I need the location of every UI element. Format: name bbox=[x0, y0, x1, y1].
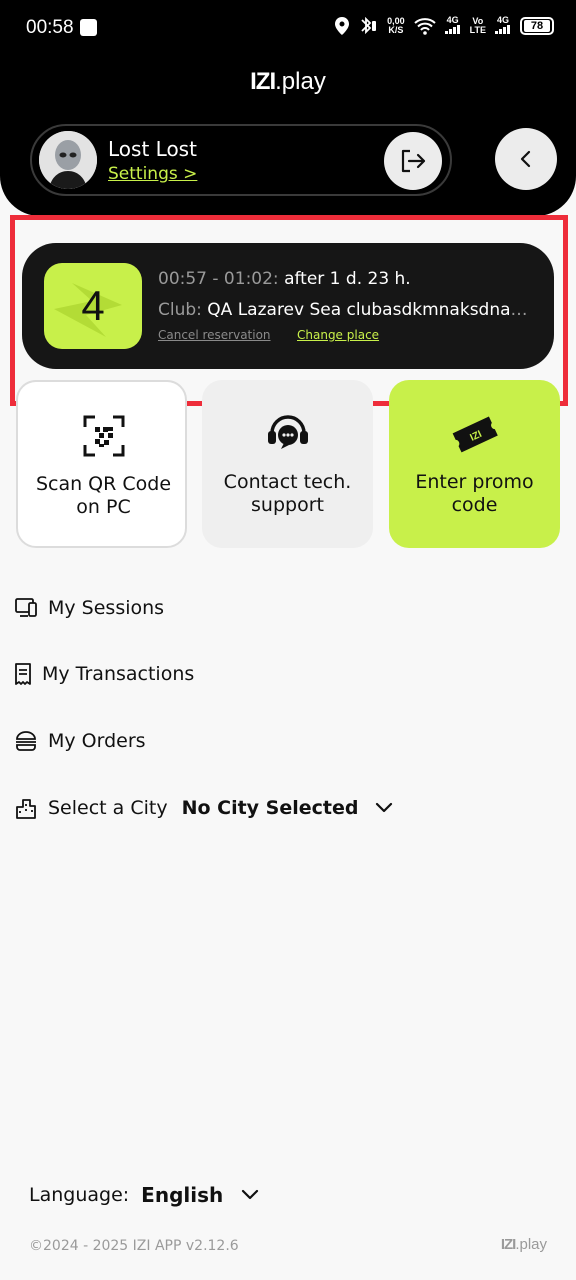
scan-qr-tile[interactable]: Scan QR Code on PC bbox=[16, 380, 187, 548]
wifi-icon bbox=[413, 17, 436, 35]
signal-2: 4G bbox=[495, 16, 511, 36]
menu-my-transactions[interactable]: My Transactions bbox=[14, 662, 194, 686]
tech-support-label: Contact tech. support bbox=[223, 471, 352, 516]
building-icon bbox=[14, 796, 38, 820]
app-logo: IZI.play bbox=[0, 68, 576, 96]
signal-bars-icon bbox=[495, 25, 510, 34]
logout-icon bbox=[401, 149, 426, 173]
footer-logo-text: .play bbox=[515, 1236, 547, 1253]
footer-copyright: ©2024 - 2025 IZI APP v2.12.6 bbox=[29, 1238, 239, 1254]
status-icons: 0,00 K/S 4G Vo LTE 4G 78 bbox=[335, 16, 554, 36]
back-button[interactable] bbox=[495, 128, 557, 190]
battery-level: 78 bbox=[524, 20, 550, 32]
settings-link[interactable]: Settings > bbox=[108, 164, 197, 184]
menu-my-orders[interactable]: My Orders bbox=[14, 729, 146, 753]
signal-1: 4G bbox=[444, 15, 461, 36]
computer-icon bbox=[14, 596, 38, 620]
language-value[interactable]: English bbox=[141, 1183, 223, 1207]
logo-text: .play bbox=[275, 68, 326, 95]
burger-icon bbox=[14, 729, 38, 753]
headset-chat-icon bbox=[202, 410, 373, 458]
club-name: QA Lazarev Sea clubasdkmnaksdnajsdnkasnd… bbox=[207, 300, 528, 320]
reservation-time-until: after 1 d. 23 h. bbox=[284, 269, 411, 289]
menu-my-sessions-label: My Sessions bbox=[48, 597, 165, 619]
cancel-reservation-link[interactable]: Cancel reservation bbox=[158, 328, 271, 342]
logo-mark: IZI bbox=[250, 68, 276, 95]
volte: Vo LTE bbox=[470, 17, 486, 35]
profile-card[interactable]: Lost Lost Settings > bbox=[30, 124, 452, 196]
notification-icon bbox=[80, 19, 97, 36]
profile-name: Lost Lost bbox=[108, 137, 197, 161]
signal-bars-icon bbox=[444, 25, 460, 34]
reservation-time: 00:57 - 01:02: after 1 d. 23 h. bbox=[158, 269, 411, 289]
battery-icon: 78 bbox=[520, 17, 554, 35]
language-selector[interactable]: Language: English bbox=[29, 1183, 259, 1207]
reservation-club: Club: QA Lazarev Sea clubasdkmnaksdnajsd… bbox=[158, 300, 528, 320]
language-label: Language: bbox=[29, 1184, 130, 1206]
city-value[interactable]: No City Selected bbox=[182, 797, 359, 819]
bluetooth-vibrate-icon bbox=[358, 17, 378, 35]
change-place-link[interactable]: Change place bbox=[297, 328, 379, 342]
menu-my-orders-label: My Orders bbox=[48, 730, 146, 752]
reservation-time-range: 00:57 - 01:02: bbox=[158, 269, 279, 289]
avatar[interactable] bbox=[39, 131, 97, 189]
select-city[interactable]: Select a City No City Selected bbox=[14, 796, 393, 820]
reservation-number: 4 bbox=[81, 282, 105, 329]
volte-bottom: LTE bbox=[469, 25, 486, 35]
net-speed-unit: K/S bbox=[388, 25, 404, 35]
tech-support-tile[interactable]: Contact tech. support bbox=[202, 380, 373, 548]
footer-logo-mark: IZI bbox=[500, 1236, 516, 1253]
chevron-left-icon bbox=[520, 150, 531, 168]
club-label: Club: bbox=[158, 300, 202, 320]
status-bar: 00:58 0,00 K/S 4G Vo LTE 4G 78 bbox=[0, 0, 576, 58]
signal-1-label: 4G bbox=[446, 15, 459, 25]
chevron-down-icon[interactable] bbox=[375, 802, 393, 814]
signal-2-label: 4G bbox=[496, 15, 509, 25]
menu-my-sessions[interactable]: My Sessions bbox=[14, 596, 164, 620]
footer-logo: IZI.play bbox=[501, 1236, 547, 1253]
ticket-icon: IZI bbox=[389, 410, 560, 458]
reservation-card[interactable]: 4 00:57 - 01:02: after 1 d. 23 h. Club: … bbox=[22, 243, 554, 369]
reservation-badge: 4 bbox=[44, 263, 142, 349]
receipt-icon bbox=[14, 662, 32, 686]
menu-my-transactions-label: My Transactions bbox=[42, 663, 195, 685]
chevron-down-icon[interactable] bbox=[241, 1189, 259, 1201]
promo-code-tile[interactable]: IZI Enter promo code bbox=[389, 380, 560, 548]
qr-scan-icon bbox=[18, 412, 189, 460]
status-time: 00:58 bbox=[26, 17, 74, 38]
location-icon bbox=[335, 17, 350, 35]
select-city-label: Select a City bbox=[48, 797, 168, 819]
logout-button[interactable] bbox=[384, 132, 442, 190]
scan-qr-label: Scan QR Code on PC bbox=[35, 473, 172, 518]
network-speed: 0,00 K/S bbox=[387, 17, 405, 35]
header: 00:58 0,00 K/S 4G Vo LTE 4G 78 IZI.play … bbox=[0, 0, 576, 216]
promo-code-label: Enter promo code bbox=[415, 471, 534, 516]
